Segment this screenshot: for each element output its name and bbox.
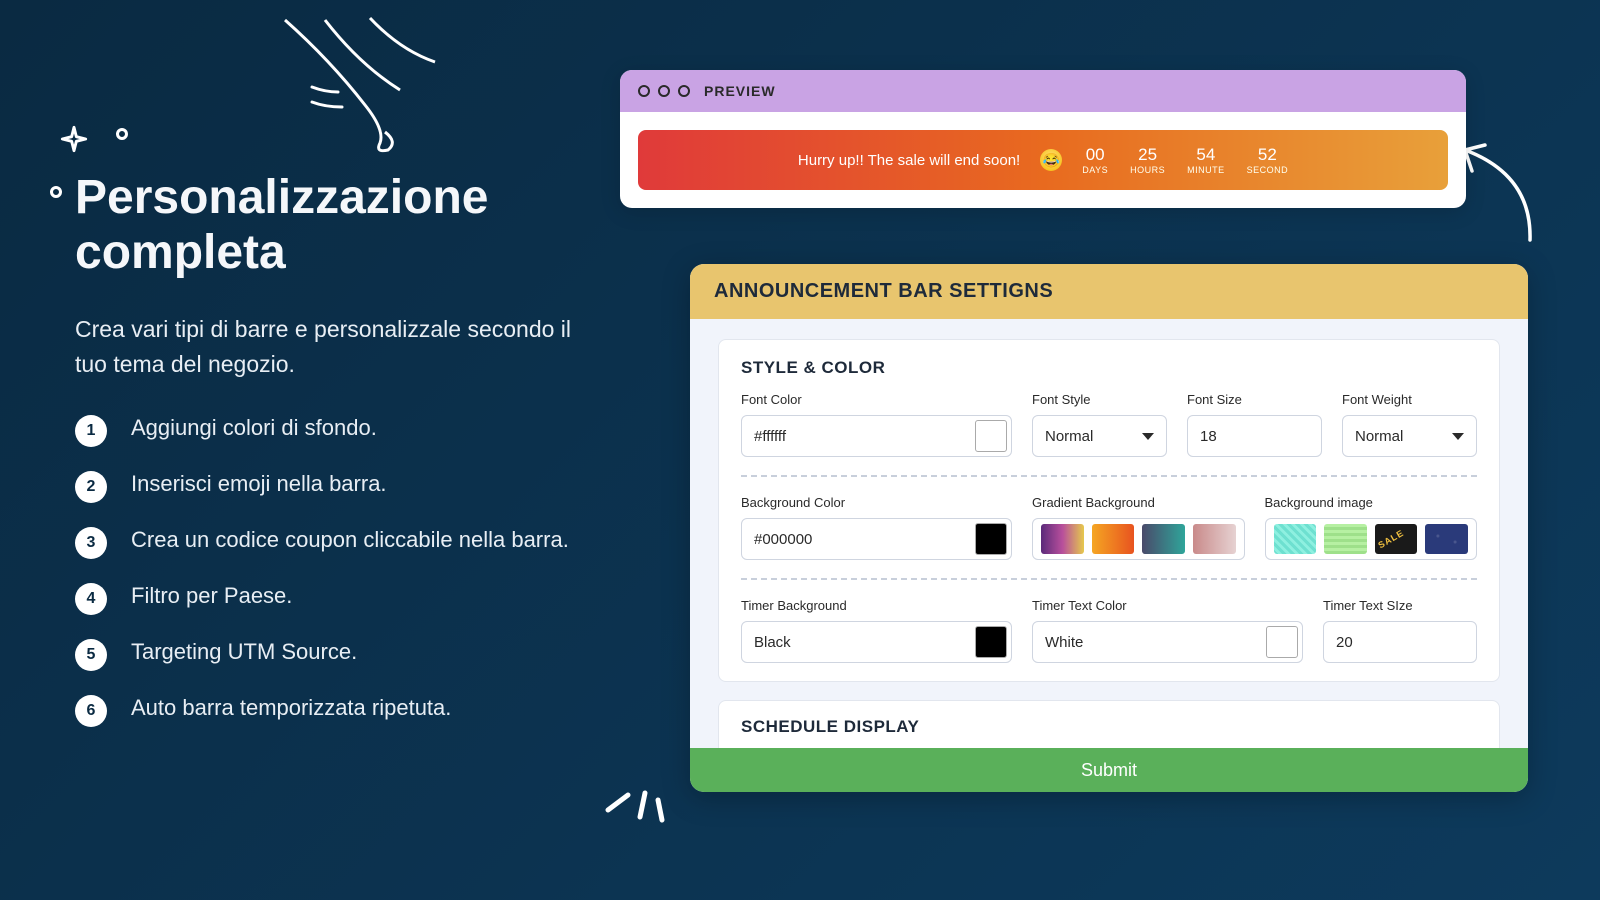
color-chip-icon[interactable]: [975, 420, 1007, 452]
timer-text-color-label: Timer Text Color: [1032, 598, 1303, 613]
settings-panel: ANNOUNCEMENT BAR SETTIGNS STYLE & COLOR …: [690, 264, 1528, 792]
preview-header: PREVIEW: [620, 70, 1466, 112]
decorative-star-icon: [60, 125, 88, 158]
timer-text-size-input[interactable]: [1323, 621, 1477, 663]
timer-background-input[interactable]: [741, 621, 1012, 663]
announcement-bar-preview: Hurry up!! The sale will end soon! 😂 00D…: [638, 130, 1448, 190]
decorative-swirl: [270, 10, 450, 160]
timer-background-text[interactable]: [742, 622, 965, 662]
window-dots: [638, 85, 690, 97]
background-image-label: Background image: [1265, 495, 1478, 510]
page-title: Personalizzazione completa: [75, 170, 575, 280]
font-style-select[interactable]: Normal: [1032, 415, 1167, 457]
list-item: 3Crea un codice coupon cliccabile nella …: [75, 525, 575, 559]
gradient-swatch[interactable]: [1041, 524, 1084, 554]
countdown-timer: 00DAYS 25HOURS 54MINUTE 52SECOND: [1082, 145, 1288, 175]
image-swatch[interactable]: [1375, 524, 1418, 554]
style-color-card: STYLE & COLOR Font Color Font Style Norm…: [718, 339, 1500, 682]
announcement-text: Hurry up!! The sale will end soon!: [798, 152, 1020, 169]
separator: [741, 475, 1477, 477]
font-style-label: Font Style: [1032, 392, 1167, 407]
list-number-badge: 6: [75, 695, 107, 727]
gradient-swatch[interactable]: [1193, 524, 1236, 554]
font-color-input[interactable]: [741, 415, 1012, 457]
list-item: 1Aggiungi colori di sfondo.: [75, 413, 575, 447]
image-swatch[interactable]: [1274, 524, 1317, 554]
separator: [741, 578, 1477, 580]
gradient-swatch[interactable]: [1142, 524, 1185, 554]
list-item: 5Targeting UTM Source.: [75, 637, 575, 671]
card-title: STYLE & COLOR: [741, 358, 1477, 378]
preview-panel: PREVIEW Hurry up!! The sale will end soo…: [620, 70, 1466, 208]
timer-text-size-label: Timer Text SIze: [1323, 598, 1477, 613]
background-color-text[interactable]: [742, 519, 965, 559]
decorative-dashes: [600, 765, 680, 830]
card-title: SCHEDULE DISPLAY: [741, 717, 1477, 737]
chevron-down-icon: [1452, 433, 1464, 440]
font-weight-select[interactable]: Normal: [1342, 415, 1477, 457]
font-color-text[interactable]: [742, 416, 965, 456]
font-weight-label: Font Weight: [1342, 392, 1477, 407]
list-number-badge: 1: [75, 415, 107, 447]
list-item: 2Inserisci emoji nella barra.: [75, 469, 575, 503]
chevron-down-icon: [1142, 433, 1154, 440]
decorative-circle: [50, 186, 62, 198]
gradient-swatch[interactable]: [1092, 524, 1135, 554]
background-image-swatches: [1265, 518, 1478, 560]
list-number-badge: 3: [75, 527, 107, 559]
image-swatch[interactable]: [1324, 524, 1367, 554]
settings-header: ANNOUNCEMENT BAR SETTIGNS: [690, 264, 1528, 319]
color-chip-icon[interactable]: [975, 626, 1007, 658]
page-subtitle: Crea vari tipi di barre e personalizzale…: [75, 312, 575, 381]
timer-background-label: Timer Background: [741, 598, 1012, 613]
emoji-icon: 😂: [1040, 149, 1062, 171]
preview-label: PREVIEW: [704, 83, 776, 99]
background-color-label: Background Color: [741, 495, 1012, 510]
list-number-badge: 5: [75, 639, 107, 671]
list-number-badge: 4: [75, 583, 107, 615]
background-color-input[interactable]: [741, 518, 1012, 560]
timer-text-color-input[interactable]: [1032, 621, 1303, 663]
gradient-swatches: [1032, 518, 1245, 560]
gradient-background-label: Gradient Background: [1032, 495, 1245, 510]
timer-text-color-text[interactable]: [1033, 622, 1256, 662]
font-size-input[interactable]: [1187, 415, 1322, 457]
font-color-label: Font Color: [741, 392, 1012, 407]
decorative-circle: [116, 128, 128, 140]
list-number-badge: 2: [75, 471, 107, 503]
font-size-label: Font Size: [1187, 392, 1322, 407]
submit-button[interactable]: Submit: [690, 748, 1528, 792]
feature-list: 1Aggiungi colori di sfondo. 2Inserisci e…: [75, 413, 575, 727]
list-item: 6Auto barra temporizzata ripetuta.: [75, 693, 575, 727]
image-swatch[interactable]: [1425, 524, 1468, 554]
list-item: 4Filtro per Paese.: [75, 581, 575, 615]
color-chip-icon[interactable]: [975, 523, 1007, 555]
color-chip-icon[interactable]: [1266, 626, 1298, 658]
